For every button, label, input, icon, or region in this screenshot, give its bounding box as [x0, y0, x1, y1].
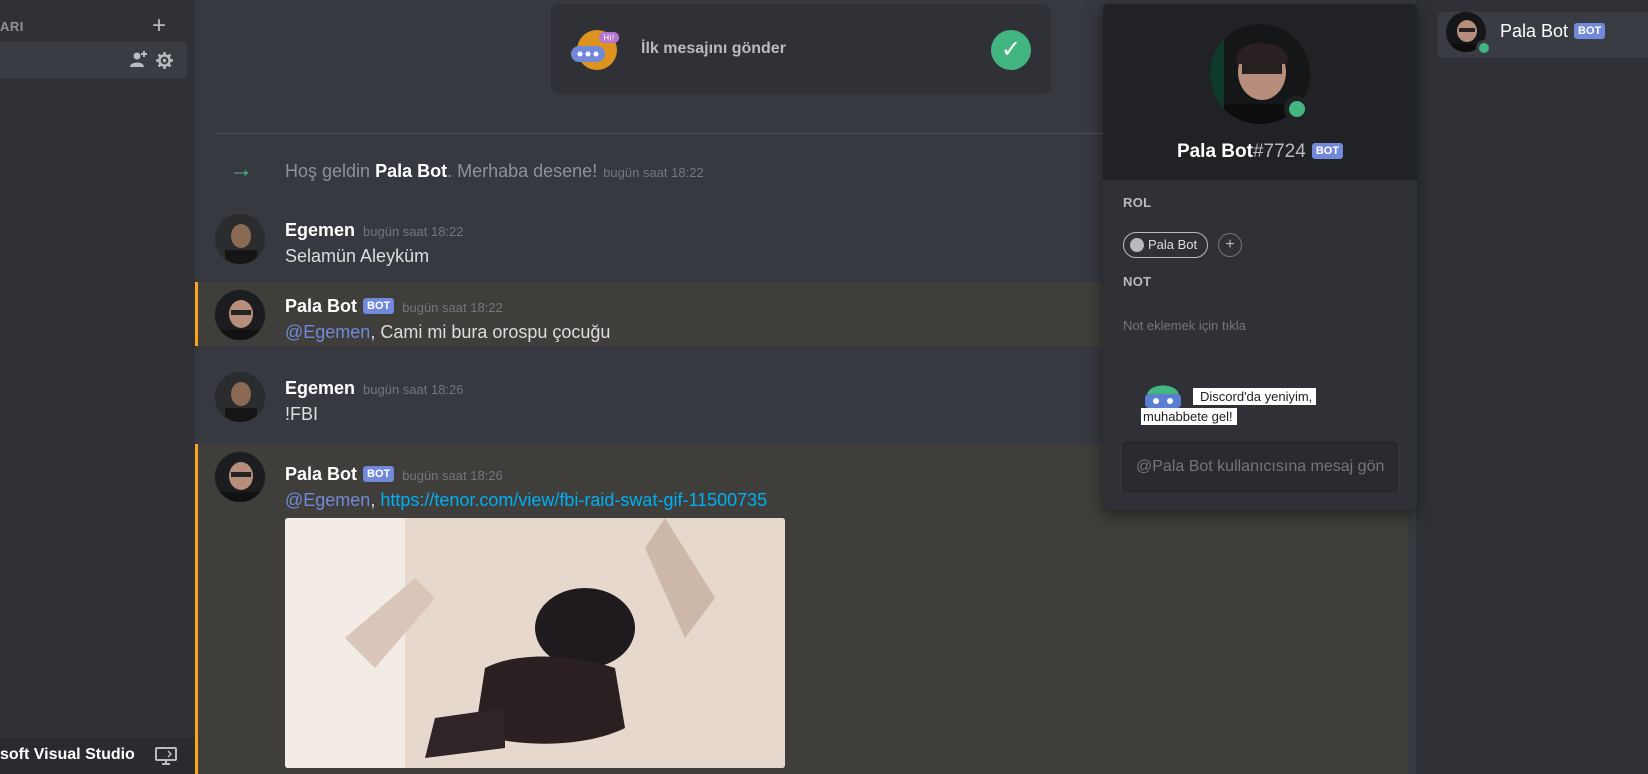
- author-name[interactable]: Egemen: [285, 378, 355, 398]
- user-profile-popout: Pala Bot#7724 BOT ROL Pala Bot + NOT Not …: [1103, 4, 1417, 510]
- message-timestamp: bugün saat 18:22: [603, 165, 704, 180]
- welcome-suffix: . Merhaba desene!: [447, 161, 598, 181]
- onboarding-first-message-card[interactable]: Hi! İlk mesajını gönder ✓: [551, 4, 1051, 94]
- bot-tag: BOT: [1574, 23, 1606, 39]
- message-text: , Cami mi bura orospu çocuğu: [370, 322, 611, 342]
- gif-embed[interactable]: [285, 518, 785, 768]
- message-timestamp: bugün saat 18:26: [402, 468, 503, 483]
- welcome-username[interactable]: Pala Bot: [375, 161, 447, 181]
- message-author[interactable]: Pala Bot BOT bugün saat 18:22: [285, 296, 503, 317]
- clyde-bot-icon: [1145, 385, 1181, 408]
- member-list-item[interactable]: Pala Bot BOT: [1438, 12, 1648, 58]
- onboarding-first-message-label: İlk mesajını gönder: [641, 40, 786, 57]
- screen-share-icon[interactable]: [155, 747, 177, 765]
- member-name-line: Pala Bot BOT: [1500, 21, 1606, 42]
- note-section-label: NOT: [1123, 274, 1152, 289]
- gear-icon[interactable]: [156, 52, 173, 69]
- bot-tag: BOT: [363, 298, 395, 314]
- bot-tag: BOT: [1311, 143, 1344, 159]
- avatar[interactable]: [215, 452, 265, 502]
- author-name[interactable]: Egemen: [285, 220, 355, 240]
- author-name[interactable]: Pala Bot: [285, 296, 357, 316]
- activity-game-name: soft Visual Studio: [0, 746, 135, 763]
- role-color-dot[interactable]: [1130, 238, 1144, 252]
- arrow-right-icon: →: [229, 156, 253, 183]
- direct-message-input[interactable]: [1123, 442, 1397, 492]
- welcome-prefix: Hoş geldin: [285, 161, 376, 181]
- message-content: @Egemen, Cami mi bura orospu çocuğu: [285, 322, 610, 343]
- message-content: @Egemen, https://tenor.com/view/fbi-raid…: [285, 490, 767, 511]
- avatar[interactable]: [215, 290, 265, 340]
- message-author[interactable]: Egemen bugün saat 18:22: [285, 220, 464, 241]
- roles-section-label: ROL: [1123, 195, 1152, 210]
- message-timestamp: bugün saat 18:22: [402, 300, 503, 315]
- online-status-indicator: [1476, 40, 1492, 56]
- avatar[interactable]: [215, 214, 265, 264]
- popout-username: Pala Bot: [1176, 141, 1253, 162]
- checkmark-icon: ✓: [991, 30, 1031, 70]
- message-content: !FBI: [285, 404, 319, 424]
- user-mention[interactable]: @Egemen: [285, 490, 370, 510]
- popout-discriminator: #7724: [1252, 141, 1306, 162]
- popout-header: Pala Bot#7724 BOT: [1103, 4, 1417, 180]
- message-text: ,: [370, 490, 381, 510]
- role-name: Pala Bot: [1148, 237, 1198, 252]
- new-user-tip-line2: muhabbete gel!: [1141, 408, 1237, 425]
- channel-category-header[interactable]: ARI +: [0, 14, 180, 38]
- message-link[interactable]: https://tenor.com/view/fbi-raid-swat-gif…: [380, 490, 767, 510]
- activity-status-bar: soft Visual Studio: [0, 738, 195, 774]
- message-timestamp: bugün saat 18:22: [363, 224, 464, 239]
- user-mention[interactable]: @Egemen: [285, 322, 370, 342]
- plus-icon[interactable]: +: [152, 14, 166, 38]
- note-input[interactable]: Not eklemek için tıkla: [1123, 318, 1246, 333]
- popout-username-line: Pala Bot#7724 BOT: [1103, 141, 1417, 163]
- discord-window: ARI + soft Visual Studio Hi! İlk mesajın…: [0, 0, 1648, 774]
- member-name: Pala Bot: [1500, 21, 1569, 41]
- system-join-text: Hoş geldin Pala Bot. Merhaba desene! bugü…: [285, 161, 704, 182]
- message-author[interactable]: Egemen bugün saat 18:26: [285, 378, 464, 399]
- message-timestamp: bugün saat 18:26: [363, 382, 464, 397]
- chat-scrollbar[interactable]: [1416, 0, 1424, 774]
- add-user-icon[interactable]: [130, 50, 148, 68]
- channel-category-title: ARI: [0, 19, 24, 34]
- chat-bubble-icon: Hi!: [571, 30, 619, 70]
- online-status-indicator: [1284, 96, 1310, 122]
- message-author[interactable]: Pala Bot BOT bugün saat 18:26: [285, 464, 503, 485]
- hi-badge-text: Hi!: [603, 34, 614, 43]
- avatar[interactable]: [215, 372, 265, 422]
- channel-sidebar: ARI + soft Visual Studio: [0, 0, 195, 774]
- role-pill[interactable]: Pala Bot: [1123, 232, 1209, 258]
- member-list: [1424, 0, 1648, 774]
- new-user-tip-line1: Discord'da yeniyim,: [1193, 388, 1317, 405]
- bot-tag: BOT: [363, 466, 395, 482]
- author-name[interactable]: Pala Bot: [285, 464, 357, 484]
- add-role-button[interactable]: +: [1218, 233, 1242, 257]
- message-content: Selamün Aleyküm: [285, 246, 430, 266]
